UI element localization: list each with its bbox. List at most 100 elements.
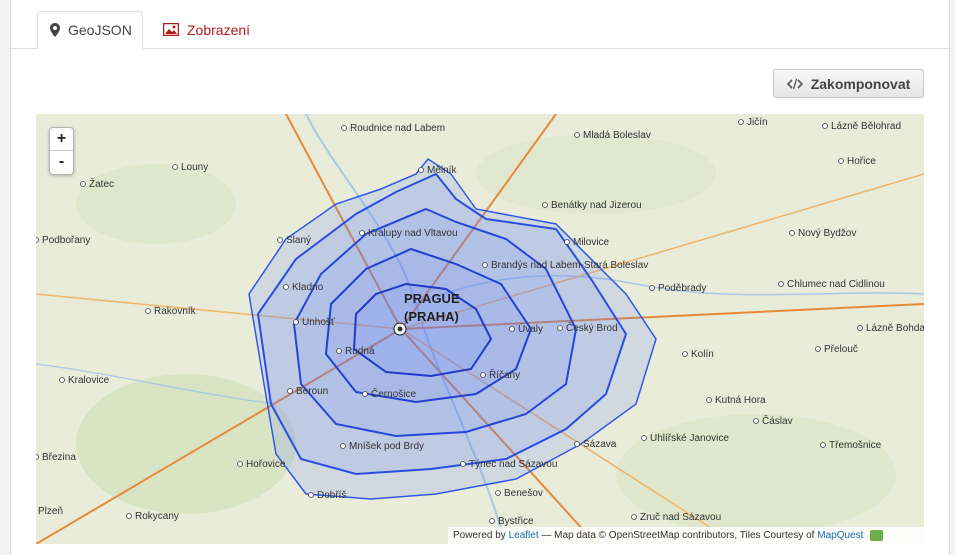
attribution-text: — Map data © OpenStreetMap contributors,…: [541, 530, 815, 541]
place-label: Březina: [42, 452, 76, 463]
place-marker: [172, 164, 178, 170]
place-label: Brandýs nad Labem-Stará Boleslav: [491, 260, 648, 271]
place-marker: [36, 237, 39, 243]
place-label: Poděbrady: [658, 283, 706, 294]
place-label: Lázně Bohdaneč: [866, 323, 924, 334]
place-label: Plzeň: [38, 506, 63, 517]
place-marker: [277, 237, 283, 243]
place-label: Podbořany: [42, 235, 90, 246]
place-marker: [649, 285, 655, 291]
code-icon: [786, 78, 803, 90]
place-marker: [59, 377, 65, 383]
mapquest-logo-icon: [870, 529, 884, 541]
place-marker: [336, 348, 342, 354]
place-label: Kralovice: [68, 375, 110, 386]
place-marker: [682, 351, 688, 357]
embed-button-label: Zakomponovat: [810, 75, 911, 92]
place-marker: [362, 391, 368, 397]
picture-icon: [163, 23, 179, 36]
place-label: Chlumec nad Cidlinou: [787, 279, 885, 290]
place-marker: [283, 284, 289, 290]
geojson-panel: GeoJSON Zobrazení Zakomponovat PRAGUE (P…: [10, 0, 950, 555]
place-label: Týnec nad Sázavou: [469, 459, 557, 470]
place-label: Rokycany: [135, 511, 179, 522]
place-label: Rudná: [345, 346, 375, 357]
place-label: Nový Bydžov: [798, 228, 856, 239]
capital-label-1: PRAGUE: [404, 291, 460, 306]
place-label: Dobříš: [317, 490, 346, 501]
zoom-in-button[interactable]: +: [50, 128, 73, 151]
place-marker: [489, 518, 495, 524]
place-marker: [293, 319, 299, 325]
place-label: Úvaly: [518, 322, 543, 335]
place-marker: [36, 454, 39, 460]
place-label: Louny: [181, 162, 208, 173]
place-marker: [641, 435, 647, 441]
place-label: Uhlířské Janovice: [650, 433, 729, 444]
place-label: Mladá Boleslav: [583, 130, 651, 141]
zoom-out-button[interactable]: -: [50, 151, 73, 173]
place-label: Mníšek pod Brdy: [349, 441, 424, 452]
place-marker: [482, 262, 488, 268]
place-marker: [820, 442, 826, 448]
leaflet-link[interactable]: Leaflet: [509, 530, 539, 541]
place-label: Kralupy nad Vltavou: [368, 228, 458, 239]
place-label: Zruč nad Sázavou: [640, 512, 721, 523]
tab-geojson-label: GeoJSON: [68, 22, 132, 38]
place-marker: [480, 372, 486, 378]
place-marker: [822, 123, 828, 129]
place-label: Kutná Hora: [715, 395, 766, 406]
place-label: Rakovník: [154, 306, 197, 317]
place-marker: [574, 441, 580, 447]
place-label: Benešov: [504, 488, 543, 499]
place-marker: [287, 388, 293, 394]
place-label: Beroun: [296, 386, 328, 397]
place-marker: [340, 443, 346, 449]
place-label: Žatec: [89, 177, 114, 190]
place-label: Černošice: [371, 387, 416, 400]
place-marker: [460, 461, 466, 467]
place-marker: [542, 202, 548, 208]
place-marker: [838, 158, 844, 164]
place-label: Mělník: [427, 165, 457, 176]
map-marker-icon: [50, 23, 60, 37]
place-label: Říčany: [489, 368, 520, 381]
place-marker: [80, 181, 86, 187]
place-marker: [753, 418, 759, 424]
place-label: Sázava: [583, 439, 617, 450]
place-marker: [564, 239, 570, 245]
place-marker: [359, 230, 365, 236]
place-marker: [145, 308, 151, 314]
place-label: Bystřice: [498, 516, 534, 527]
place-marker: [738, 119, 744, 125]
tab-geojson[interactable]: GeoJSON: [37, 11, 143, 49]
place-label: Unhošť: [302, 317, 335, 328]
place-marker: [857, 325, 863, 331]
tab-zobrazeni-label: Zobrazení: [187, 21, 251, 38]
place-marker: [789, 230, 795, 236]
map-attribution: Powered by Leaflet — Map data © OpenStre…: [448, 527, 924, 544]
mapquest-link[interactable]: MapQuest: [817, 530, 863, 541]
place-marker: [706, 397, 712, 403]
place-label: Benátky nad Jizerou: [551, 200, 642, 211]
place-label: Jičín: [747, 117, 768, 128]
place-label: Kladno: [292, 282, 324, 293]
tab-zobrazeni[interactable]: Zobrazení: [151, 11, 262, 48]
place-marker: [557, 325, 563, 331]
place-marker: [509, 326, 515, 332]
attribution-powered-by: Powered by: [453, 530, 506, 541]
place-marker: [574, 132, 580, 138]
place-label: Hořice: [847, 156, 876, 167]
place-label: Třemošnice: [829, 440, 882, 451]
place-marker: [308, 492, 314, 498]
embed-button[interactable]: Zakomponovat: [773, 69, 924, 98]
place-label: Lázně Bělohrad: [831, 121, 901, 132]
place-marker: [126, 513, 132, 519]
place-label: Čáslav: [762, 414, 793, 427]
place-marker: [631, 514, 637, 520]
tab-bar: GeoJSON Zobrazení: [11, 0, 949, 49]
place-marker: [341, 125, 347, 131]
place-label: Kolín: [691, 349, 714, 360]
capital-label-2: (PRAHA): [404, 309, 459, 324]
map-view[interactable]: PRAGUE (PRAHA) Roudnice nad Labem Mladá B…: [36, 114, 924, 544]
